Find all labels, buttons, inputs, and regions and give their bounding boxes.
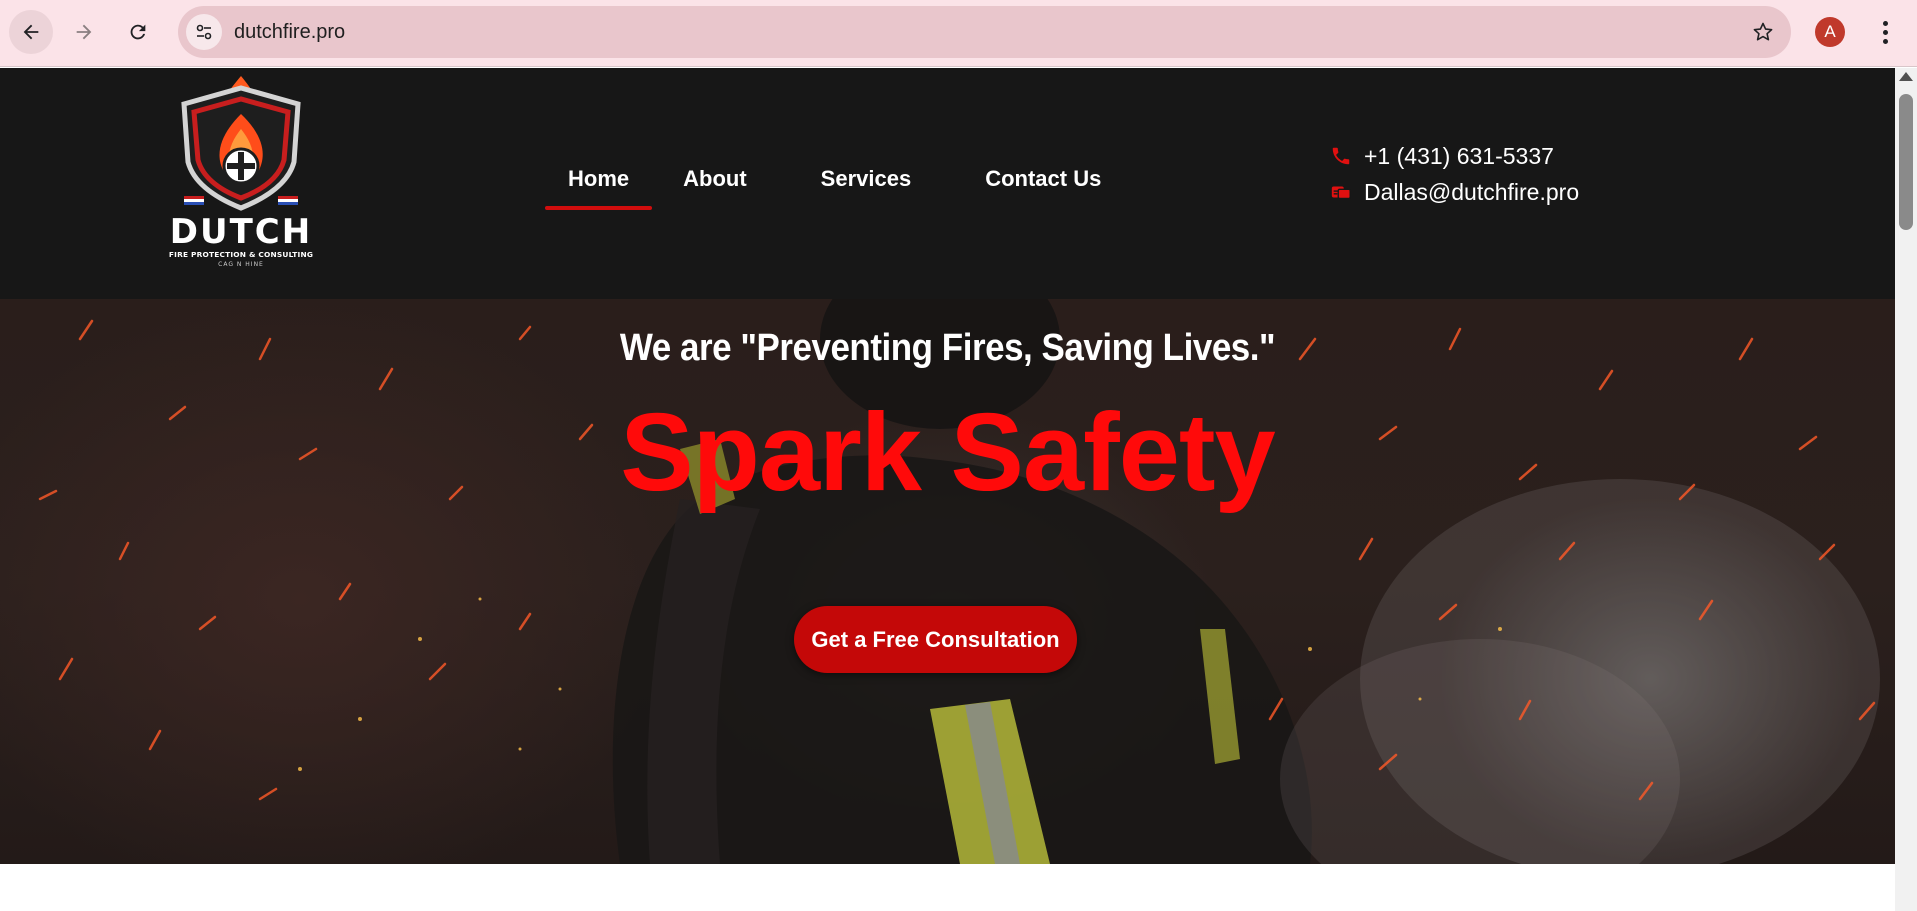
back-button[interactable]	[9, 10, 53, 54]
scroll-thumb[interactable]	[1899, 94, 1913, 230]
page-scrollbar[interactable]	[1895, 68, 1917, 911]
mail-icon	[1328, 179, 1354, 205]
site-header: DUTCH FIRE PROTECTION & CONSULTING CAG N…	[0, 68, 1895, 299]
email-row[interactable]: Dallas@dutchfire.pro	[1328, 174, 1579, 210]
phone-row[interactable]: +1 (431) 631-5337	[1328, 138, 1579, 174]
dutch-logo[interactable]: DUTCH FIRE PROTECTION & CONSULTING CAG N…	[166, 74, 316, 274]
logo-wordmark: DUTCH	[169, 212, 313, 252]
url-text[interactable]: dutchfire.pro	[234, 21, 345, 44]
reload-icon	[130, 24, 146, 40]
page-viewport: DUTCH FIRE PROTECTION & CONSULTING CAG N…	[0, 68, 1895, 911]
contact-info: +1 (431) 631-5337 Dallas@dutchfire.pro	[1328, 138, 1579, 210]
bookmark-button[interactable]	[1749, 18, 1777, 46]
logo-subtitle: FIRE PROTECTION & CONSULTING	[168, 250, 314, 259]
back-arrow-icon	[23, 24, 39, 40]
phone-icon	[1328, 143, 1354, 169]
reload-button[interactable]	[116, 10, 160, 54]
browser-toolbar: dutchfire.pro A	[0, 0, 1917, 67]
address-bar[interactable]: dutchfire.pro	[178, 6, 1791, 58]
logo-tagline: CAG N HINE	[218, 261, 264, 268]
nav-home[interactable]: Home	[545, 158, 653, 210]
shield-flame-icon	[181, 76, 301, 211]
nav-about[interactable]: About	[660, 158, 770, 200]
scroll-up-arrow-icon[interactable]	[1899, 72, 1913, 81]
nav-services[interactable]: Services	[798, 158, 935, 200]
phone-number[interactable]: +1 (431) 631-5337	[1364, 143, 1554, 170]
hero-title: Spark Safety	[620, 391, 1275, 514]
email-address[interactable]: Dallas@dutchfire.pro	[1364, 179, 1579, 206]
nav-contact-us[interactable]: Contact Us	[962, 158, 1124, 200]
kebab-menu-icon[interactable]	[1870, 17, 1900, 47]
forward-arrow-icon	[76, 24, 92, 40]
site-info-icon	[196, 24, 212, 40]
profile-avatar[interactable]: A	[1815, 17, 1845, 47]
star-icon	[1753, 22, 1773, 41]
forward-button[interactable]	[62, 10, 106, 54]
hero-tagline: We are "Preventing Fires, Saving Lives."	[619, 327, 1276, 369]
hero-background-image	[38, 299, 1880, 864]
free-consultation-button[interactable]: Get a Free Consultation	[794, 606, 1077, 673]
site-info-button[interactable]	[186, 14, 222, 50]
main-navigation: Home About Services Contact Us	[545, 158, 1124, 210]
hero-section: We are "Preventing Fires, Saving Lives."…	[0, 299, 1895, 864]
